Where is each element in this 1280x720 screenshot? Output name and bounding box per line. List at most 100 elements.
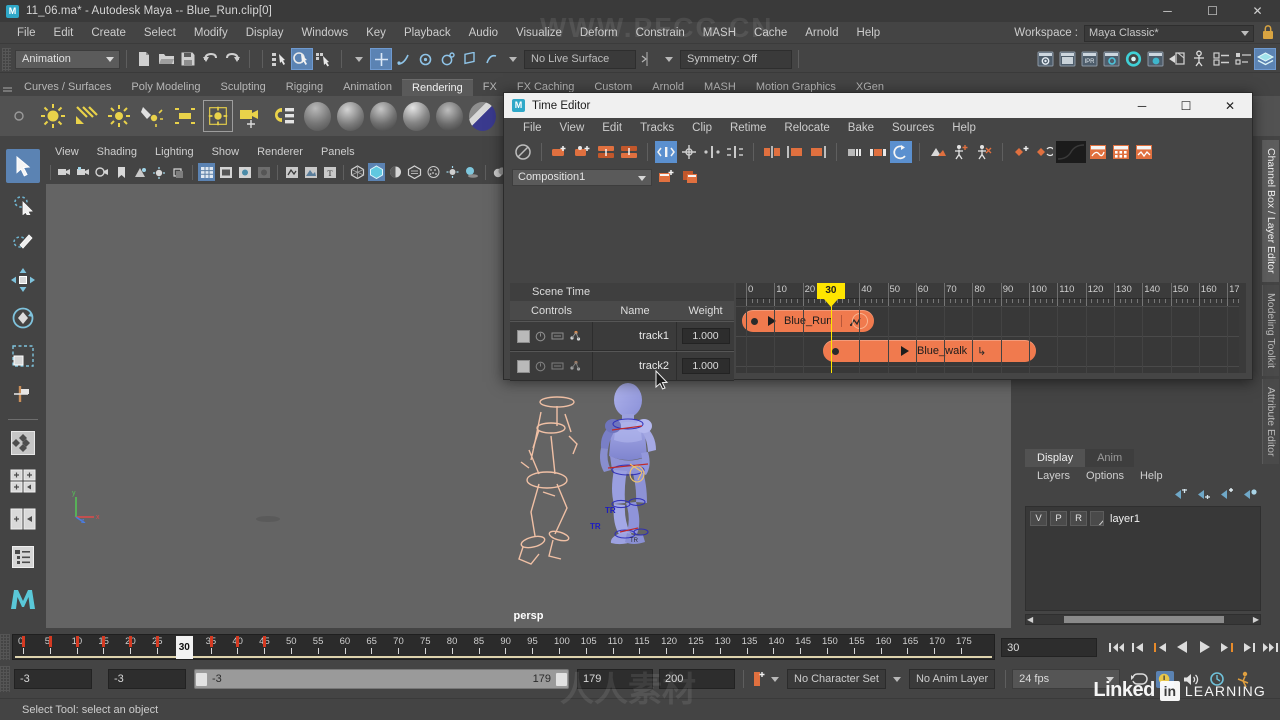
track-group-icon[interactable] — [569, 330, 582, 342]
snap-to-grid-icon[interactable] — [370, 48, 392, 70]
select-camera-icon[interactable] — [56, 163, 73, 181]
timeline-vertical-scrollbar[interactable] — [1239, 283, 1246, 373]
scroll-left-icon[interactable]: ◀ — [1027, 615, 1033, 624]
chevron-down-icon[interactable] — [771, 676, 779, 682]
volume-light-icon[interactable] — [203, 100, 233, 132]
clip-curve-preview[interactable] — [1056, 141, 1086, 163]
dope-sheet-icon[interactable] — [1110, 141, 1132, 163]
te-menu-edit[interactable]: Edit — [593, 122, 631, 134]
chevron-down-icon[interactable] — [892, 676, 901, 682]
anim-layer-field[interactable]: No Anim Layer — [908, 669, 996, 689]
live-surface-dropdown-icon[interactable] — [502, 48, 524, 70]
wireframe-shading-icon[interactable] — [349, 163, 366, 181]
channel-box-toggle-icon[interactable] — [1210, 48, 1232, 70]
layer-color-swatch[interactable] — [1090, 511, 1104, 526]
rotate-tool-icon[interactable] — [6, 301, 40, 335]
attribute-editor-toggle-icon[interactable] — [1232, 48, 1254, 70]
render-settings-shelf-icon[interactable] — [269, 100, 299, 132]
layer-playback-toggle[interactable]: P — [1050, 511, 1067, 526]
list-item[interactable]: V P R layer1 — [1030, 511, 1256, 526]
layer-list[interactable]: V P R layer1 — [1025, 506, 1261, 611]
clip-ghost-icon[interactable] — [927, 141, 949, 163]
scale-tool-icon[interactable] — [6, 339, 40, 373]
te-menu-retime[interactable]: Retime — [721, 122, 775, 134]
phong-e-material-icon[interactable] — [401, 100, 431, 132]
table-row[interactable]: track2 1.000 — [510, 351, 734, 381]
smooth-shade-all-icon[interactable] — [368, 163, 385, 181]
new-composition-icon[interactable] — [658, 169, 676, 185]
viewport-menu-view[interactable]: View — [46, 146, 88, 158]
menu-display[interactable]: Display — [237, 22, 293, 44]
move-tool-icon[interactable] — [6, 263, 40, 297]
shelf-tab-animation[interactable]: Animation — [333, 79, 402, 96]
time-slider-grip[interactable] — [0, 634, 10, 660]
layer-name[interactable]: layer1 — [1110, 513, 1140, 525]
composition-dropdown[interactable]: Composition1 — [512, 168, 652, 186]
keyframe-tick[interactable] — [129, 636, 133, 647]
use-all-lights-icon[interactable] — [444, 163, 461, 181]
new-layer-icon[interactable] — [1219, 487, 1234, 501]
shelf-tab-curves-surfaces[interactable]: Curves / Surfaces — [14, 79, 121, 96]
disable-time-editor-icon[interactable] — [512, 141, 534, 163]
minimize-icon[interactable]: ─ — [1145, 0, 1190, 22]
point-light-icon[interactable] — [104, 100, 134, 132]
select-by-hierarchy-icon[interactable] — [269, 48, 291, 70]
layer-menu-help[interactable]: Help — [1132, 470, 1171, 482]
textured-shading-icon[interactable] — [406, 163, 423, 181]
snap-to-curve-icon[interactable] — [392, 48, 414, 70]
add-keyframe-icon[interactable] — [1010, 141, 1032, 163]
last-tool-icon[interactable] — [6, 377, 40, 411]
close-icon[interactable]: ✕ — [1235, 0, 1280, 22]
clip-child-icon[interactable]: ↳ — [977, 345, 986, 358]
shelf-tab-poly-modeling[interactable]: Poly Modeling — [121, 79, 210, 96]
spot-light-icon[interactable] — [137, 100, 167, 132]
menu-audio[interactable]: Audio — [460, 22, 507, 44]
snap-clip-edge-icon[interactable] — [724, 141, 746, 163]
two-pane-layout-icon[interactable] — [6, 502, 40, 536]
select-tool-icon[interactable] — [5, 149, 40, 183]
bookmark-icon[interactable] — [113, 163, 130, 181]
clip-blue-walk[interactable]: Blue_walk ↳ — [823, 340, 1036, 362]
te-menu-relocate[interactable]: Relocate — [775, 122, 838, 134]
viewport-menu-renderer[interactable]: Renderer — [248, 146, 312, 158]
scroll-right-icon[interactable]: ▶ — [1253, 615, 1259, 624]
timeline-ruler[interactable]: 0102030405060708090100110120130140150160… — [736, 283, 1246, 299]
keyframe-loop-icon[interactable] — [1033, 141, 1055, 163]
track-group-icon[interactable] — [569, 360, 582, 372]
quad-view-layout-icon[interactable] — [6, 426, 40, 460]
render-view-icon[interactable] — [1144, 48, 1166, 70]
snap-to-projected-center-icon[interactable] — [436, 48, 458, 70]
create-track-icon[interactable] — [549, 141, 571, 163]
lambert-material-icon[interactable] — [302, 100, 332, 132]
track-name[interactable]: track1 — [593, 322, 677, 350]
live-surface-field[interactable]: No Live Surface — [524, 49, 636, 69]
layer-reference-toggle[interactable]: R — [1070, 511, 1087, 526]
menu-mash[interactable]: MASH — [694, 22, 745, 44]
clip-blue-run[interactable]: Blue_Run — [742, 310, 874, 332]
menu-cache[interactable]: Cache — [745, 22, 796, 44]
keyframe-tick[interactable] — [21, 636, 25, 647]
te-menu-sources[interactable]: Sources — [883, 122, 943, 134]
layer-menu-layers[interactable]: Layers — [1029, 470, 1078, 482]
lock-camera-icon[interactable] — [75, 163, 92, 181]
symmetry-handle-icon[interactable] — [636, 48, 658, 70]
menu-help[interactable]: Help — [848, 22, 890, 44]
shelf-tab-sculpting[interactable]: Sculpting — [211, 79, 276, 96]
menu-set-dropdown[interactable]: Animation — [15, 49, 120, 69]
snap-to-point-icon[interactable] — [414, 48, 436, 70]
vtab-attribute-editor[interactable]: Attribute Editor — [1262, 378, 1279, 465]
ambient-light-icon[interactable] — [38, 100, 68, 132]
track-weight-field[interactable]: 1.000 — [681, 358, 730, 374]
snap-to-view-plane-icon[interactable] — [458, 48, 480, 70]
play-backwards-icon[interactable] — [1173, 638, 1192, 657]
playback-start-time-field[interactable]: -3 — [108, 669, 186, 689]
te-menu-bake[interactable]: Bake — [839, 122, 883, 134]
clip-fade-icon[interactable] — [844, 141, 866, 163]
clip-crossfade-icon[interactable] — [867, 141, 889, 163]
camera-attributes-icon[interactable] — [94, 163, 111, 181]
xray-joints-icon[interactable] — [283, 163, 300, 181]
menu-deform[interactable]: Deform — [571, 22, 627, 44]
maximize-icon[interactable]: ☐ — [1164, 93, 1208, 118]
time-slider[interactable]: 0510152025303540455055606570758085909510… — [11, 634, 996, 660]
tab-anim[interactable]: Anim — [1085, 449, 1135, 467]
